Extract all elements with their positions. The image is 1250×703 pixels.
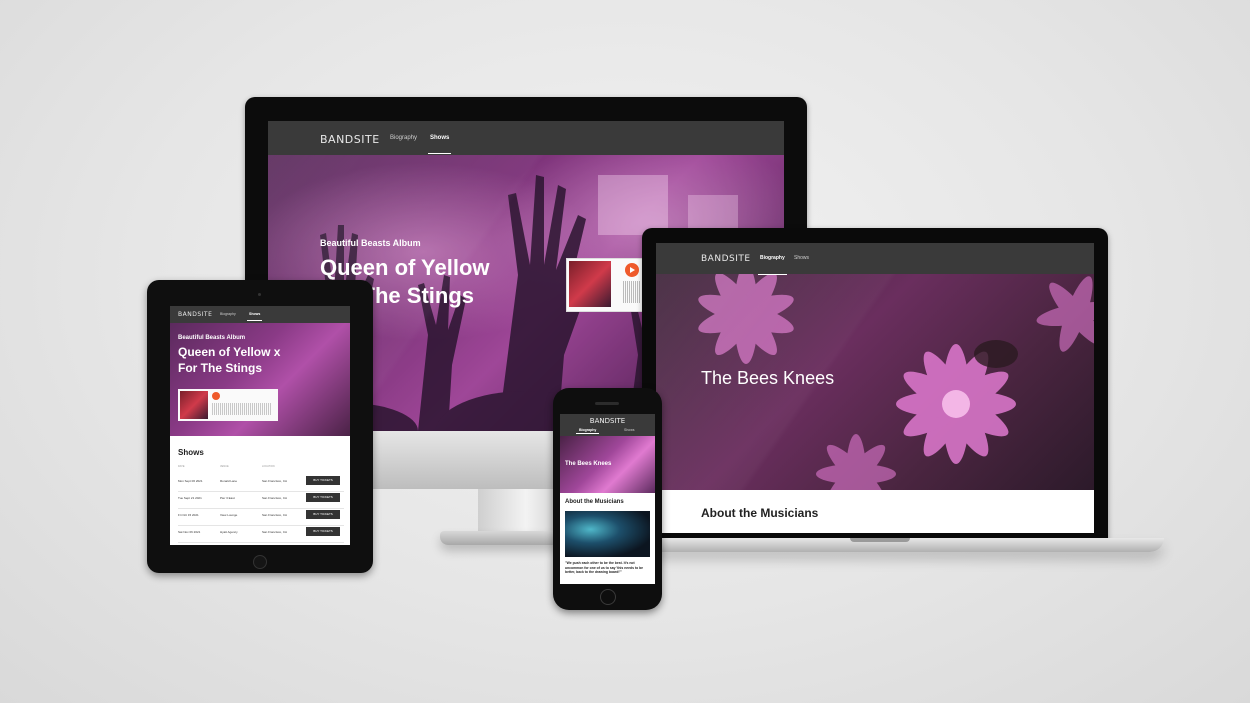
show-date: Tue Sept 21 2021 [178, 496, 202, 500]
section-title: About the Musicians [701, 506, 819, 520]
show-location: San Francisco, CA [262, 496, 288, 500]
shows-heading: Shows [178, 448, 204, 457]
show-venue: Hyatt Agency [220, 530, 238, 534]
hero-title-line1: Queen of Yellow x [178, 345, 281, 359]
nav-link-shows[interactable]: Shows [624, 428, 635, 432]
ipad-camera [258, 293, 261, 296]
column-date: DATE [178, 465, 185, 468]
site-logo[interactable]: BANDSITE [178, 311, 212, 318]
music-player-widget[interactable] [566, 258, 646, 312]
section-title: About the Musicians [565, 499, 624, 505]
laptop-navbar: BANDSITE Biography Shows [656, 243, 1094, 275]
nav-link-shows[interactable]: Shows [246, 312, 263, 321]
show-date: Mon Sept 06 2021 [178, 479, 203, 483]
site-logo[interactable]: BANDSITE [320, 133, 380, 146]
phone-navbar: BANDSITE Biography Shows [560, 414, 655, 436]
hero-title: The Bees Knees [565, 461, 612, 467]
site-logo[interactable]: BANDSITE [701, 254, 751, 264]
show-date: Fri Oct 15 2021 [178, 513, 199, 517]
quote-text: "We push each other to be the best. It's… [565, 561, 644, 574]
nav-link-biography[interactable]: Biography [220, 312, 236, 316]
waveform [623, 281, 641, 303]
table-row: Fri Oct 15 2021 View Lounge San Francisc… [178, 508, 344, 526]
ipad-screen: BANDSITE Biography Shows Beautiful Beast… [170, 306, 350, 545]
play-icon [630, 267, 635, 273]
shows-table-header: DATE VENUE LOCATION [178, 465, 348, 471]
buy-tickets-button[interactable]: BUY TICKETS [306, 510, 340, 519]
musicians-photo [565, 511, 650, 557]
show-location: San Francisco, CA [262, 530, 288, 534]
album-cover [180, 391, 208, 419]
waveform [212, 403, 272, 415]
play-button[interactable] [212, 392, 220, 400]
phone-screen: BANDSITE Biography Shows The Bees Knees … [560, 414, 655, 584]
show-venue: View Lounge [220, 513, 238, 517]
buy-tickets-button[interactable]: BUY TICKETS [306, 476, 340, 485]
buy-tickets-button[interactable]: BUY TICKETS [306, 493, 340, 502]
table-row: Sat Nov 06 2021 Hyatt Agency San Francis… [178, 525, 344, 543]
show-venue: Pier 3 East [220, 496, 235, 500]
phone-home-button [600, 589, 616, 605]
column-venue: VENUE [220, 465, 229, 468]
play-button[interactable] [625, 263, 639, 277]
hero-album-label: Beautiful Beasts Album [178, 335, 246, 341]
nav-link-biography[interactable]: Biography [390, 135, 417, 141]
laptop-base-notch [850, 538, 910, 542]
nav-link-shows[interactable]: Shows [427, 135, 452, 154]
show-location: San Francisco, CA [262, 479, 288, 483]
ipad-home-button [253, 555, 267, 569]
table-row: Mon Sept 06 2021 Ronald Lane San Francis… [178, 474, 344, 492]
ipad-navbar: BANDSITE Biography Shows [170, 306, 350, 323]
device-mockup-scene: { "site": { "brand": "BANDSITE", "nav": … [0, 0, 1250, 703]
table-row: Tue Sept 21 2021 Pier 3 East San Francis… [178, 491, 344, 509]
nav-link-shows[interactable]: Shows [794, 255, 809, 261]
imac-navbar: BANDSITE Biography Shows [268, 121, 784, 155]
laptop-screen: BANDSITE Biography Shows The Bees Knees … [656, 243, 1094, 533]
show-date: Sat Nov 06 2021 [178, 530, 201, 534]
hero-title: The Bees Knees [701, 368, 835, 388]
hero-album-label: Beautiful Beasts Album [320, 238, 421, 248]
column-location: LOCATION [262, 465, 275, 468]
music-player-widget[interactable] [178, 389, 278, 421]
nav-link-biography[interactable]: Biography [758, 255, 787, 275]
nav-link-biography[interactable]: Biography [576, 428, 600, 434]
show-location: San Francisco, CA [262, 513, 288, 517]
album-cover [569, 261, 611, 307]
site-logo[interactable]: BANDSITE [560, 417, 655, 425]
show-venue: Ronald Lane [220, 479, 238, 483]
phone-speaker [595, 402, 619, 405]
buy-tickets-button[interactable]: BUY TICKETS [306, 527, 340, 536]
hero-title-line1: Queen of Yellow [320, 255, 490, 280]
hero-title-line2: For The Stings [178, 361, 262, 375]
bee-shape [974, 340, 1018, 368]
